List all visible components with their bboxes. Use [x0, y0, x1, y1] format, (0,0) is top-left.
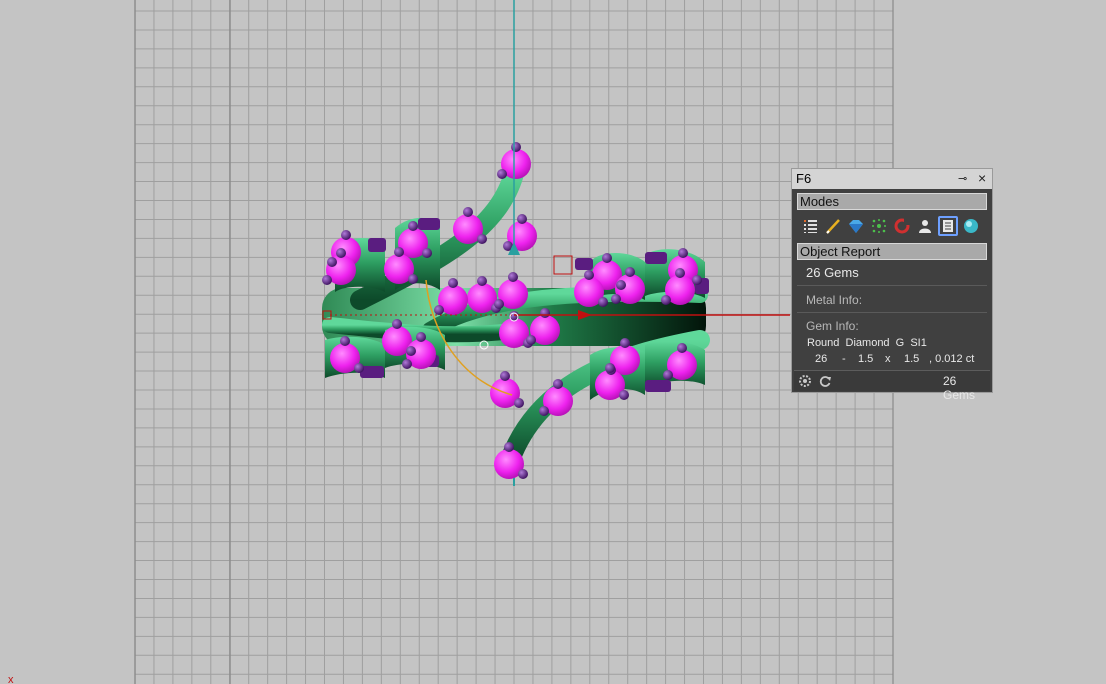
- prong-bead: [553, 379, 563, 389]
- prong-bead: [616, 280, 626, 290]
- prong-bead: [598, 297, 608, 307]
- prong-bead: [540, 308, 550, 318]
- prong-bead: [504, 442, 514, 452]
- footer-gem-count: 26 Gems: [943, 374, 976, 402]
- prong-bead: [678, 248, 688, 258]
- prong-bead: [497, 169, 507, 179]
- leaf-cap: [418, 218, 440, 230]
- prong-bead: [605, 363, 615, 373]
- prong-bead: [336, 248, 346, 258]
- panel-title: F6: [796, 171, 812, 186]
- gem-dash: -: [842, 353, 846, 365]
- prong-bead: [340, 336, 350, 346]
- prong-bead: [584, 270, 594, 280]
- pin-icon[interactable]: ⊸: [958, 172, 967, 185]
- leaf-cap: [368, 238, 386, 252]
- prong-bead: [448, 278, 458, 288]
- prong-bead: [494, 299, 504, 309]
- gem-carat: , 0.012 ct: [929, 353, 975, 365]
- pencil-icon[interactable]: [823, 216, 843, 236]
- prong-bead: [602, 253, 612, 263]
- prong-bead: [619, 390, 629, 400]
- leaf-cap: [645, 380, 671, 392]
- prong-bead: [675, 268, 685, 278]
- gem-width: 1.5: [858, 353, 874, 365]
- origin-marker: x: [8, 674, 14, 684]
- object-report-header[interactable]: Object Report: [797, 243, 987, 260]
- object-report-panel[interactable]: F6 ⊸ × Modes Object Report 26 Gems Metal…: [791, 168, 993, 402]
- gem-count-title: 26 Gems: [806, 265, 859, 280]
- prong-bead: [539, 406, 549, 416]
- prong-bead: [518, 469, 528, 479]
- prong-bead: [408, 221, 418, 231]
- prong-bead: [661, 295, 671, 305]
- prong-bead: [406, 346, 416, 356]
- prong-bead: [526, 335, 536, 345]
- prong-bead: [517, 214, 527, 224]
- prong-bead: [408, 274, 418, 284]
- prong-bead: [402, 359, 412, 369]
- modes-header[interactable]: Modes: [797, 193, 987, 210]
- sparkle-icon[interactable]: [869, 216, 889, 236]
- prong-bead: [500, 371, 510, 381]
- divider: [797, 285, 987, 286]
- ring-model[interactable]: [322, 142, 710, 479]
- panel-titlebar[interactable]: F6 ⊸ ×: [792, 169, 992, 189]
- prong-bead: [416, 332, 426, 342]
- leaf-cap: [575, 258, 593, 270]
- prong-bead: [625, 267, 635, 277]
- prong-bead: [341, 230, 351, 240]
- magnet-icon[interactable]: [892, 216, 912, 236]
- prong-bead: [327, 257, 337, 267]
- leaf-cap: [645, 252, 667, 264]
- diamond-icon[interactable]: [846, 216, 866, 236]
- sphere-icon[interactable]: [961, 216, 981, 236]
- prong-bead: [434, 305, 444, 315]
- prong-bead: [692, 275, 702, 285]
- prong-bead: [511, 142, 521, 152]
- gem-times: x: [885, 353, 891, 365]
- prong-bead: [422, 248, 432, 258]
- prong-bead: [463, 207, 473, 217]
- person-icon[interactable]: [915, 216, 935, 236]
- gem-description: Round Diamond G SI1: [807, 337, 927, 349]
- prong-bead: [663, 370, 673, 380]
- gizmo-plane-handle[interactable]: [553, 255, 573, 275]
- gem-info-label: Gem Info:: [806, 319, 859, 333]
- prong-bead: [477, 276, 487, 286]
- gear-icon[interactable]: [798, 374, 812, 388]
- report-icon[interactable]: [938, 216, 958, 236]
- refresh-icon[interactable]: [818, 374, 832, 388]
- divider: [797, 312, 987, 313]
- prong-bead: [611, 294, 621, 304]
- prong-bead: [394, 247, 404, 257]
- gem-height: 1.5: [904, 353, 920, 365]
- gem-quantity: 26: [815, 353, 828, 365]
- prong-bead: [677, 343, 687, 353]
- prong-bead: [477, 234, 487, 244]
- metal-info-label: Metal Info:: [806, 293, 863, 307]
- prong-bead: [322, 275, 332, 285]
- panel-footer: 26 Gems: [794, 370, 990, 402]
- prong-bead: [620, 338, 630, 348]
- prong-bead: [508, 272, 518, 282]
- prong-bead: [354, 363, 364, 373]
- close-icon[interactable]: ×: [978, 170, 986, 186]
- prong-bead: [514, 398, 524, 408]
- prong-bead: [392, 319, 402, 329]
- list-icon[interactable]: [800, 216, 820, 236]
